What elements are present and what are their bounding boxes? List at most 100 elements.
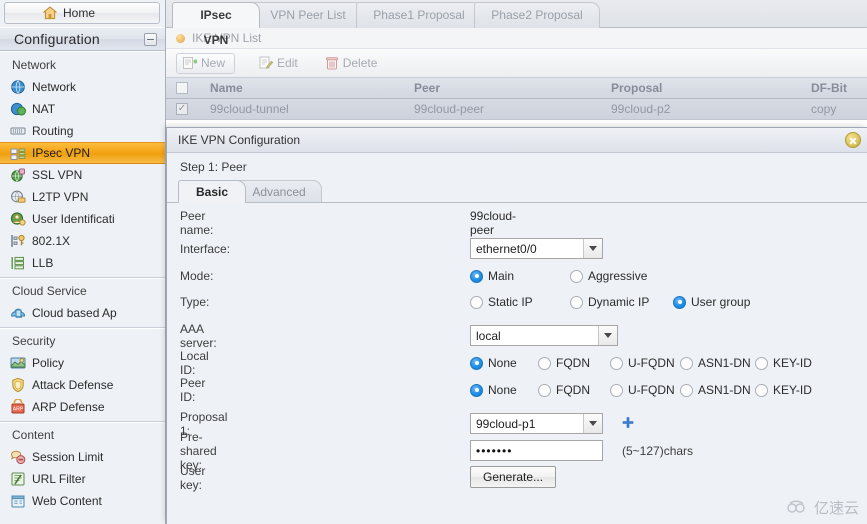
column-header-peer: Peer bbox=[414, 81, 441, 95]
radio-type-user-group[interactable]: User group bbox=[673, 295, 750, 309]
radio-peer-id-none-label: None bbox=[488, 383, 517, 397]
cell-peer: 99cloud-peer bbox=[414, 102, 485, 116]
sidebar-nav: Network Network NAT Routing IPsec VPN SSL VPN… bbox=[0, 51, 165, 524]
radio-dot-icon bbox=[610, 383, 623, 397]
close-icon[interactable] bbox=[845, 132, 861, 148]
radio-dot-icon bbox=[570, 295, 583, 309]
sidebar-item-ipsec-vpn[interactable]: IPsec VPN bbox=[0, 142, 165, 164]
sidebar-item-session-limit[interactable]: Session Limit bbox=[0, 446, 165, 468]
column-header-dfbit: DF-Bit bbox=[811, 81, 847, 95]
radio-mode-aggressive[interactable]: Aggressive bbox=[570, 269, 647, 283]
radio-local-id-key-id[interactable]: KEY-ID bbox=[755, 356, 812, 370]
aaa-server-select[interactable]: local bbox=[470, 325, 618, 346]
radio-local-id-fqdn-label: FQDN bbox=[556, 356, 590, 370]
radio-mode-aggressive-label: Aggressive bbox=[588, 269, 648, 283]
radio-mode-main[interactable]: Main bbox=[470, 269, 514, 283]
home-label: Home bbox=[63, 6, 96, 20]
sidebar-item-label: ARP Defense bbox=[32, 400, 105, 414]
generate-label: Generate... bbox=[483, 470, 544, 484]
home-icon bbox=[42, 6, 58, 20]
radio-mode-main-label: Main bbox=[488, 269, 515, 283]
radio-peer-id-asn1-dn[interactable]: ASN1-DN bbox=[680, 383, 751, 397]
breadcrumb: IKE VPN List bbox=[166, 28, 867, 49]
peer-id-label: Peer ID: bbox=[180, 376, 206, 404]
delete-button[interactable]: Delete bbox=[319, 53, 387, 74]
sidebar-item-label: 802.1X bbox=[32, 234, 71, 248]
ssl-vpn-icon bbox=[10, 167, 26, 183]
home-button[interactable]: Home bbox=[4, 2, 160, 24]
collapse-icon[interactable] bbox=[144, 33, 157, 46]
radio-type-static-ip[interactable]: Static IP bbox=[470, 295, 533, 309]
pre-shared-key-input[interactable]: ••••••• bbox=[470, 440, 603, 461]
sidebar-item-llb[interactable]: LLB bbox=[0, 252, 165, 274]
trash-icon bbox=[325, 56, 339, 70]
radio-local-id-u-fqdn-label: U-FQDN bbox=[628, 356, 675, 370]
radio-peer-id-key-id[interactable]: KEY-ID bbox=[755, 383, 812, 397]
sidebar-item-ssl-vpn[interactable]: SSL VPN bbox=[0, 164, 165, 186]
sidebar-item-routing[interactable]: Routing bbox=[0, 120, 165, 142]
bullet-icon bbox=[176, 33, 185, 43]
radio-dot-icon bbox=[680, 383, 693, 397]
sidebar-item-arp-defense[interactable]: ARP ARP Defense bbox=[0, 396, 165, 418]
row-checkbox[interactable]: ✓ bbox=[176, 103, 188, 115]
radio-peer-id-fqdn-label: FQDN bbox=[556, 383, 590, 397]
sidebar-item-nat[interactable]: NAT bbox=[0, 98, 165, 120]
dialog-tab-advanced[interactable]: Advanced bbox=[236, 180, 322, 203]
tab-vpn-peer-list[interactable]: VPN Peer List bbox=[252, 2, 364, 28]
sidebar-item-label: URL Filter bbox=[32, 472, 86, 486]
sidebar-item-policy[interactable]: Policy bbox=[0, 352, 165, 374]
tab-ipsec-vpn[interactable]: IPsec VPN bbox=[172, 2, 260, 47]
sidebar-item-label: Network bbox=[32, 80, 77, 94]
sidebar-item-802-1x[interactable]: 802.1X bbox=[0, 230, 165, 252]
configuration-title: Configuration bbox=[14, 31, 100, 47]
routing-icon bbox=[10, 123, 26, 139]
sidebar-item-network[interactable]: Network bbox=[0, 76, 165, 98]
table-row[interactable]: ✓ 99cloud-tunnel 99cloud-peer 99cloud-p2… bbox=[166, 99, 867, 120]
new-button[interactable]: New bbox=[176, 52, 236, 74]
radio-local-id-none[interactable]: None bbox=[470, 356, 517, 370]
peer-name-value: 99cloud-peer bbox=[470, 209, 517, 237]
radio-local-id-asn1-dn-label: ASN1-DN bbox=[698, 356, 751, 370]
radio-peer-id-u-fqdn[interactable]: U-FQDN bbox=[610, 383, 675, 397]
step-bar: Step 1: Peer bbox=[167, 154, 867, 180]
sidebar-item-web-content[interactable]: Web Content bbox=[0, 490, 165, 512]
radio-type-dynamic-ip[interactable]: Dynamic IP bbox=[570, 295, 649, 309]
chevron-down-icon bbox=[583, 239, 602, 258]
radio-local-id-asn1-dn[interactable]: ASN1-DN bbox=[680, 356, 751, 370]
sidebar-item-l2tp-vpn[interactable]: L2TP VPN bbox=[0, 186, 165, 208]
edit-icon bbox=[259, 56, 274, 70]
sidebar-item-user-identificati[interactable]: User Identificati bbox=[0, 208, 165, 230]
add-proposal-icon[interactable] bbox=[622, 417, 634, 429]
sidebar-item-label: LLB bbox=[32, 256, 54, 270]
proposal-1-select[interactable]: 99cloud-p1 bbox=[470, 413, 603, 434]
radio-peer-id-fqdn[interactable]: FQDN bbox=[538, 383, 590, 397]
l2tp-vpn-icon bbox=[10, 189, 26, 205]
radio-local-id-fqdn[interactable]: FQDN bbox=[538, 356, 590, 370]
sidebar-item-attack-defense[interactable]: Attack Defense bbox=[0, 374, 165, 396]
sidebar-item-cloud-based-ap[interactable]: Cloud based Ap bbox=[0, 302, 165, 324]
user-key-label: User key: bbox=[180, 464, 206, 492]
web-content-icon bbox=[10, 493, 26, 509]
dialog-form: Peer name: 99cloud-peer Interface: ether… bbox=[167, 203, 867, 524]
chevron-down-icon bbox=[583, 414, 602, 433]
edit-button[interactable]: Edit bbox=[253, 53, 307, 74]
sidebar-group-title: Cloud Service bbox=[12, 284, 87, 298]
sidebar-item-url-filter[interactable]: URL Filter bbox=[0, 468, 165, 490]
radio-peer-id-none[interactable]: None bbox=[470, 383, 517, 397]
interface-select[interactable]: ethernet0/0 bbox=[470, 238, 603, 259]
tab-phase1-proposal[interactable]: Phase1 Proposal bbox=[356, 2, 482, 28]
user-id-icon bbox=[10, 211, 26, 227]
sidebar-item-label: L2TP VPN bbox=[32, 190, 89, 204]
radio-local-id-u-fqdn[interactable]: U-FQDN bbox=[610, 356, 675, 370]
generate-button[interactable]: Generate... bbox=[470, 466, 557, 488]
mode-label: Mode: bbox=[180, 269, 214, 283]
pre-shared-key-value: ••••••• bbox=[476, 443, 513, 458]
radio-dot-icon bbox=[680, 356, 693, 370]
sidebar-group-title: Security bbox=[12, 334, 56, 348]
dialog-tab-basic[interactable]: Basic bbox=[178, 180, 246, 203]
tab-phase2-proposal[interactable]: Phase2 Proposal bbox=[474, 2, 600, 28]
interface-label: Interface: bbox=[180, 242, 231, 256]
select-all-checkbox[interactable] bbox=[176, 82, 188, 94]
radio-dot-icon bbox=[470, 295, 483, 309]
radio-dot-icon bbox=[470, 269, 483, 283]
